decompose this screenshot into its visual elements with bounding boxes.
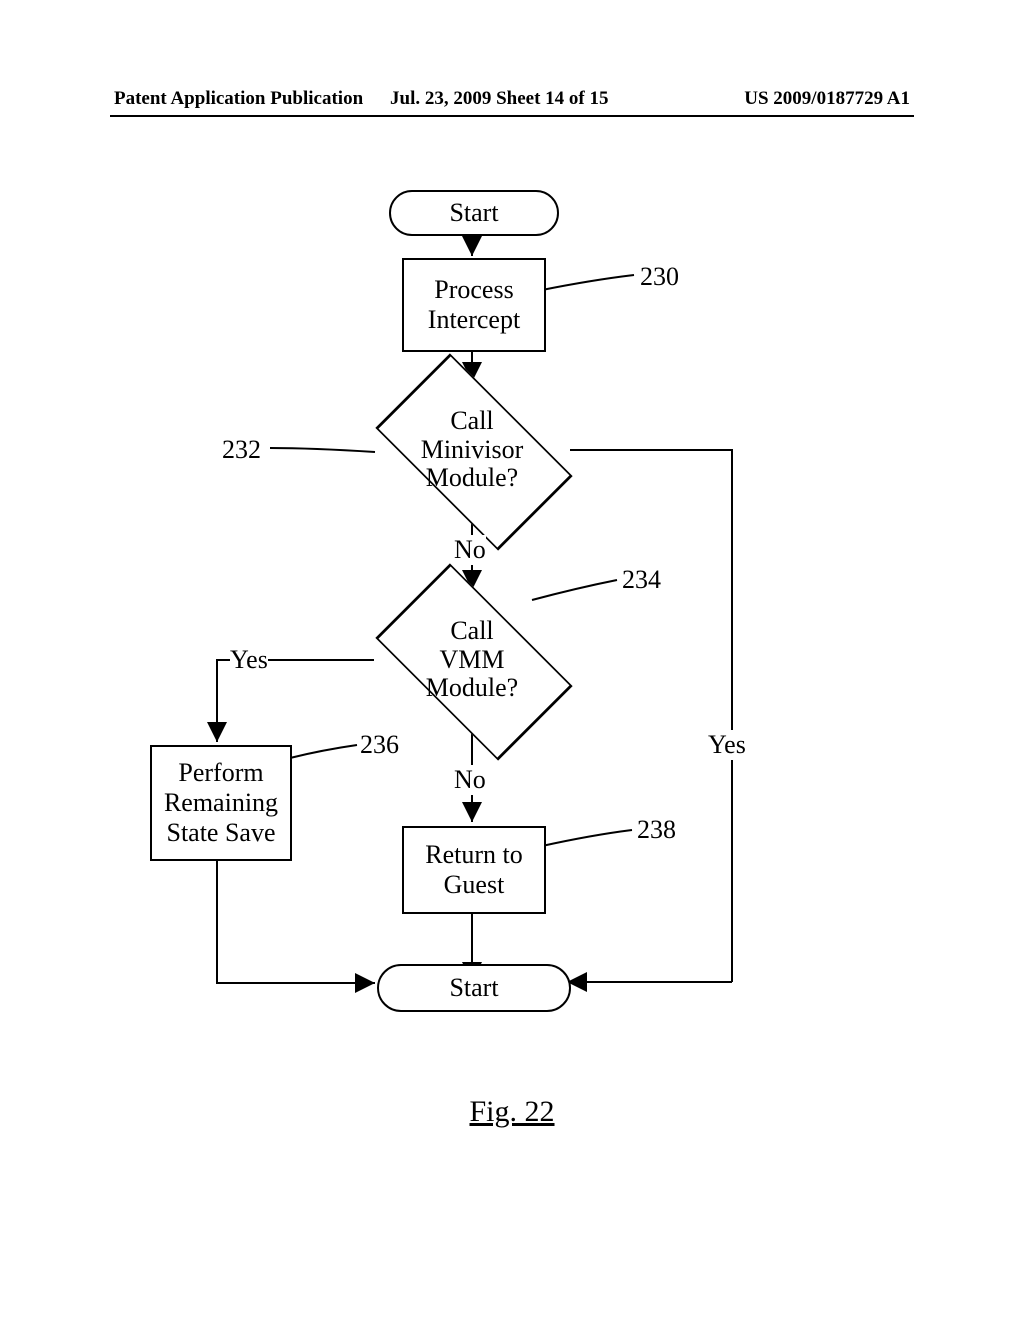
ref-236: 236 [360,730,399,760]
decision-label: Call VMM Module? [426,617,518,703]
header-rule [110,115,914,117]
process-label: Process Intercept [428,275,520,335]
ref-232: 232 [222,435,261,465]
edge-label-no: No [454,765,486,795]
process-intercept: Process Intercept [402,258,546,352]
patent-page: Patent Application Publication Jul. 23, … [0,0,1024,1320]
terminal-start-bottom: Start [377,964,571,1012]
header-doc-number: US 2009/0187729 A1 [744,88,910,110]
terminal-label: Start [449,974,498,1001]
ref-230: 230 [640,262,679,292]
process-label: Return to Guest [425,840,523,900]
terminal-label: Start [449,199,498,226]
process-label: Perform Remaining State Save [164,758,278,848]
ref-234: 234 [622,565,661,595]
decision-label: Call Minivisor Module? [421,407,524,493]
flowchart: Start Process Intercept Call Minivisor M… [162,190,862,1060]
decision-call-vmm: Call VMM Module? [374,590,570,730]
process-perform-save: Perform Remaining State Save [150,745,292,861]
edge-label-yes: Yes [230,645,268,675]
ref-238: 238 [637,815,676,845]
header-publication: Patent Application Publication [114,88,363,110]
header-date-sheet: Jul. 23, 2009 Sheet 14 of 15 [390,88,609,110]
process-return-guest: Return to Guest [402,826,546,914]
page-header: Patent Application Publication Jul. 23, … [0,88,1024,118]
decision-call-minivisor: Call Minivisor Module? [374,380,570,520]
edge-label-yes: Yes [708,730,746,760]
figure-caption: Fig. 22 [0,1095,1024,1129]
edge-label-no: No [454,535,486,565]
terminal-start-top: Start [389,190,559,236]
